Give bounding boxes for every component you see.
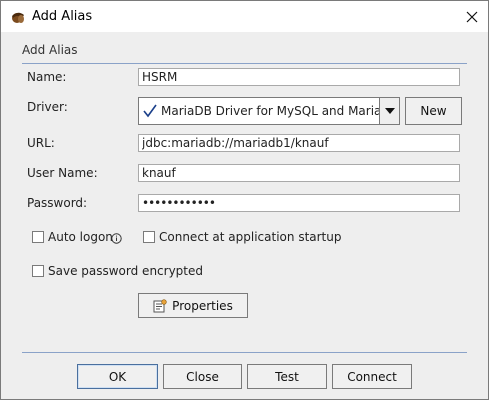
ok-button[interactable]: OK [77,364,158,389]
connect-startup-checkbox[interactable] [143,231,155,243]
driver-select[interactable]: MariaDB Driver for MySQL and MariaDB [138,97,400,125]
username-field[interactable] [138,164,460,182]
info-icon[interactable] [111,233,122,244]
title-bar: Add Alias [1,1,488,32]
window-title: Add Alias [32,9,93,24]
driver-label: Driver: [27,100,68,114]
username-label: User Name: [27,166,98,180]
triangle-down-icon[interactable] [379,98,399,124]
add-alias-dialog: Add Alias Add Alias Name: Driver: MariaD… [0,0,489,400]
save-password-checkbox[interactable] [32,265,44,277]
close-button[interactable]: Close [163,364,242,389]
password-label: Password: [27,196,88,210]
name-label: Name: [27,70,67,84]
url-label: URL: [27,136,55,150]
driver-select-value: MariaDB Driver for MySQL and MariaDB [161,104,399,118]
properties-button[interactable]: Properties [138,293,248,318]
section-divider [22,63,467,64]
password-field[interactable] [138,194,460,212]
section-title: Add Alias [22,43,78,57]
url-field[interactable] [138,134,460,152]
footer-divider [22,352,467,353]
connect-button[interactable]: Connect [332,364,412,389]
checkmark-icon [143,104,157,118]
properties-button-label: Properties [172,298,233,313]
acorn-icon [10,9,26,25]
auto-logon-label: Auto logon [48,230,113,244]
save-password-label: Save password encrypted [48,264,203,278]
name-field[interactable] [138,68,460,86]
properties-icon [153,298,167,313]
connect-startup-label: Connect at application startup [159,230,342,244]
auto-logon-checkbox[interactable] [32,231,44,243]
close-icon[interactable] [456,1,488,32]
new-driver-button[interactable]: New [405,97,462,125]
test-button[interactable]: Test [247,364,327,389]
